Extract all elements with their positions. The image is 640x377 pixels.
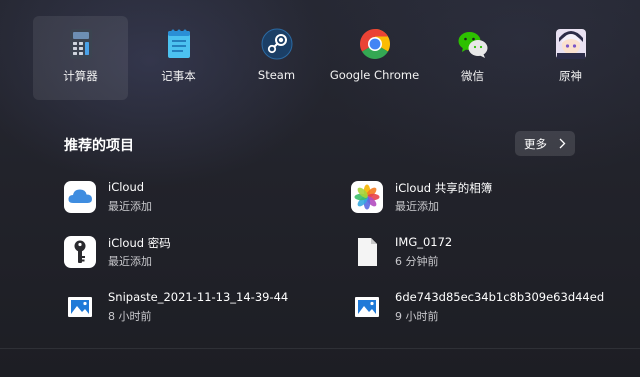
recommended-item-time: 最近添加 [108, 255, 152, 268]
chrome-icon [359, 28, 390, 60]
recommended-item-icloud[interactable]: iCloud 最近添加 [64, 177, 314, 217]
recommended-item-icloud-passwords[interactable]: iCloud 密码 最近添加 [64, 232, 314, 272]
recommended-item-time: 最近添加 [108, 200, 152, 213]
recommended-item-snipaste[interactable]: Snipaste_2021-11-13_14-39-44 8 小时前 [64, 287, 314, 327]
pinned-app-label: 原神 [559, 69, 582, 83]
image-icon [68, 297, 92, 317]
file-icon [358, 238, 377, 266]
recommended-item-name: iCloud [108, 180, 145, 194]
recommended-item-time: 最近添加 [395, 200, 439, 213]
icloud-icon [64, 181, 96, 213]
more-button-label: 更多 [524, 137, 547, 151]
recommended-item-name: 6de743d85ec34b1c8b309e63d44ed... [395, 290, 605, 304]
footer-divider [0, 348, 640, 349]
recommended-item-6de743[interactable]: 6de743d85ec34b1c8b309e63d44ed... 9 小时前 [351, 287, 605, 327]
pinned-app-steam[interactable]: Steam [229, 16, 324, 100]
key-icon [64, 236, 96, 268]
pinned-app-genshin[interactable]: 原神 [523, 16, 618, 100]
recommended-item-icloud-shared-albums[interactable]: iCloud 共享的相簿 最近添加 [351, 177, 601, 217]
recommended-item-time: 9 小时前 [395, 310, 439, 323]
pinned-app-label: Google Chrome [329, 68, 420, 82]
more-button[interactable]: 更多 [515, 131, 575, 156]
calculator-icon [69, 29, 92, 59]
pinned-app-label: 记事本 [161, 69, 196, 83]
pinned-app-label: 微信 [461, 69, 484, 83]
pinned-app-calculator[interactable]: 计算器 [33, 16, 128, 100]
pinned-app-wechat[interactable]: 微信 [425, 16, 520, 100]
image-icon [355, 297, 379, 317]
pinned-app-label: Steam [257, 68, 296, 82]
chevron-right-icon [559, 138, 566, 149]
steam-icon [261, 28, 292, 60]
recommended-item-img-0172[interactable]: IMG_0172 6 分钟前 [351, 232, 601, 272]
notepad-icon [167, 29, 190, 58]
recommended-item-name: iCloud 密码 [108, 236, 171, 250]
pinned-app-notepad[interactable]: 记事本 [131, 16, 226, 100]
pinned-apps: 计算器 记事本 Steam Google Chrome 微信 原神 [33, 16, 618, 100]
recommended-item-name: IMG_0172 [395, 235, 453, 249]
photos-icon [351, 181, 383, 213]
recommended-item-time: 8 小时前 [108, 310, 152, 323]
recommended-item-name: iCloud 共享的相簿 [395, 181, 493, 195]
recommended-item-name: Snipaste_2021-11-13_14-39-44 [108, 290, 289, 304]
genshin-icon [555, 29, 586, 59]
wechat-icon [458, 32, 487, 58]
recommended-item-time: 6 分钟前 [395, 255, 439, 268]
recommended-title: 推荐的项目 [64, 138, 134, 154]
pinned-app-label: 计算器 [63, 69, 98, 83]
pinned-app-chrome[interactable]: Google Chrome [327, 16, 422, 100]
